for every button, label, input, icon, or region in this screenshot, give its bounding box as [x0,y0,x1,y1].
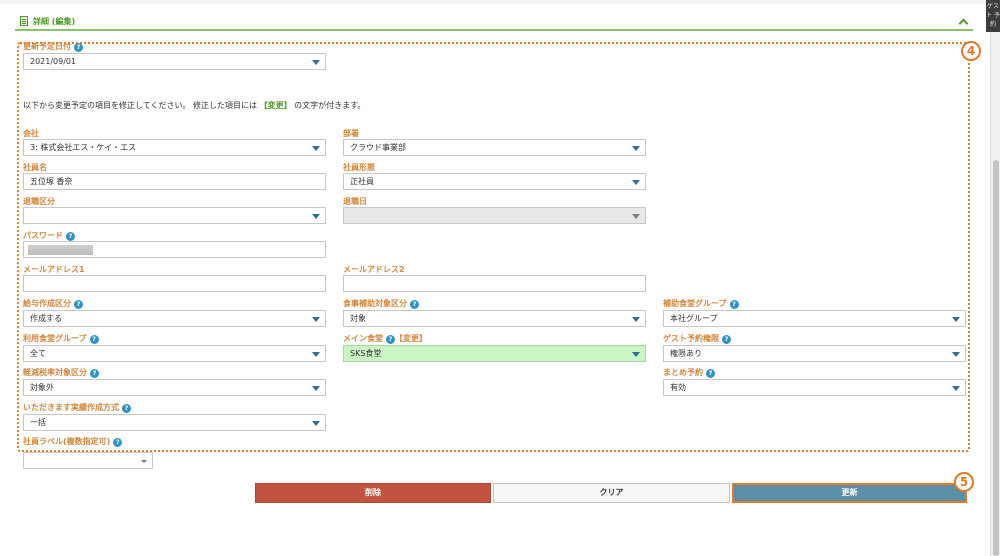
bulk-reservation-label: まとめ予約? [663,367,715,378]
help-icon[interactable]: ? [386,335,395,344]
employee-label-select[interactable] [23,452,153,469]
retirement-date-label: 退職日 [343,197,367,206]
salary-creation-select[interactable]: 作成する [23,310,326,327]
reduced-tax-select[interactable]: 対象外 [23,379,326,396]
step-badge-4: 4 [961,41,981,61]
help-icon[interactable]: ? [722,335,731,344]
meal-subsidy-select[interactable]: 対象 [343,310,646,327]
help-icon[interactable]: ? [74,43,83,52]
password-input[interactable] [23,241,326,258]
retirement-date-select [343,207,646,224]
help-icon[interactable]: ? [113,438,123,447]
department-select[interactable]: クラウド事業部 [343,139,646,156]
clear-button[interactable]: クリア [493,483,730,503]
employee-name-input[interactable]: 五位塚 香奈 [23,173,326,190]
email2-input[interactable] [343,275,646,292]
update-button[interactable]: 更新 [732,483,967,503]
employment-type-select[interactable]: 正社員 [343,173,646,190]
scroll-thumb[interactable] [993,160,999,556]
password-label: パスワード? [23,230,75,241]
subsidy-group-select[interactable]: 本社グループ [663,310,966,327]
employee-name-label: 社員名 [23,163,47,172]
help-icon[interactable]: ? [706,369,715,378]
scrollbar[interactable] [990,0,1000,556]
help-icon[interactable]: ? [89,335,99,344]
section-title: 詳細 (編集) [33,17,76,26]
email1-label: メールアドレス1 [23,265,85,274]
subsidy-group-label: 補助食堂グループ? [663,298,739,309]
change-tag: 【変更】 [395,334,427,343]
employee-label-label: 社員ラベル(複数指定可)? [23,436,123,447]
help-icon[interactable]: ? [729,300,739,309]
help-icon[interactable]: ? [122,404,131,413]
corner-overlay: ゲスト 予約 [986,0,1000,32]
password-mask [28,245,93,255]
chevron-up-icon[interactable] [959,17,967,25]
notice-text: 以下から変更予定の項目を修正してください。 修正した項目には 【変更】 の文字が… [23,101,366,110]
itadakimasu-select[interactable]: 一括 [23,414,326,431]
delete-button[interactable]: 削除 [255,483,491,503]
guest-reservation-select[interactable]: 権限あり [663,345,966,362]
retirement-type-label: 退職区分 [23,197,55,206]
company-label: 会社 [23,129,39,138]
employment-type-label: 社員形態 [343,163,375,172]
update-date-select[interactable]: 2021/09/01 [23,53,326,70]
email1-input[interactable] [23,275,326,292]
section-header: 詳細 (編集) [15,13,973,31]
itadakimasu-label: いただきます実績作成方式? [23,402,131,413]
meal-subsidy-label: 食事補助対象区分? [343,298,419,309]
main-cafeteria-select[interactable]: SKS食堂 [343,345,646,362]
step-badge-5: 5 [954,472,974,492]
help-icon[interactable]: ? [410,300,419,309]
main-cafeteria-label: メイン食堂? 【変更】 [343,334,427,344]
top-stripe [0,0,990,4]
document-icon [20,16,28,26]
reduced-tax-label: 軽減税率対象区分? [23,367,99,378]
email2-label: メールアドレス2 [343,265,405,274]
update-date-label: 更新予定日付? [23,41,83,52]
retirement-type-select[interactable] [23,207,326,224]
department-label: 部署 [343,129,359,138]
help-icon[interactable]: ? [90,369,99,378]
cafeteria-group-label: 利用食堂グループ? [23,333,99,344]
cafeteria-group-select[interactable]: 全て [23,345,326,362]
bulk-reservation-select[interactable]: 有効 [663,379,966,396]
help-icon[interactable]: ? [74,300,83,309]
company-select[interactable]: 3: 株式会社エス・ケイ・エス [23,139,326,156]
guest-reservation-label: ゲスト予約権限? [663,333,731,344]
help-icon[interactable]: ? [66,232,75,241]
salary-creation-label: 給与作成区分? [23,298,83,309]
